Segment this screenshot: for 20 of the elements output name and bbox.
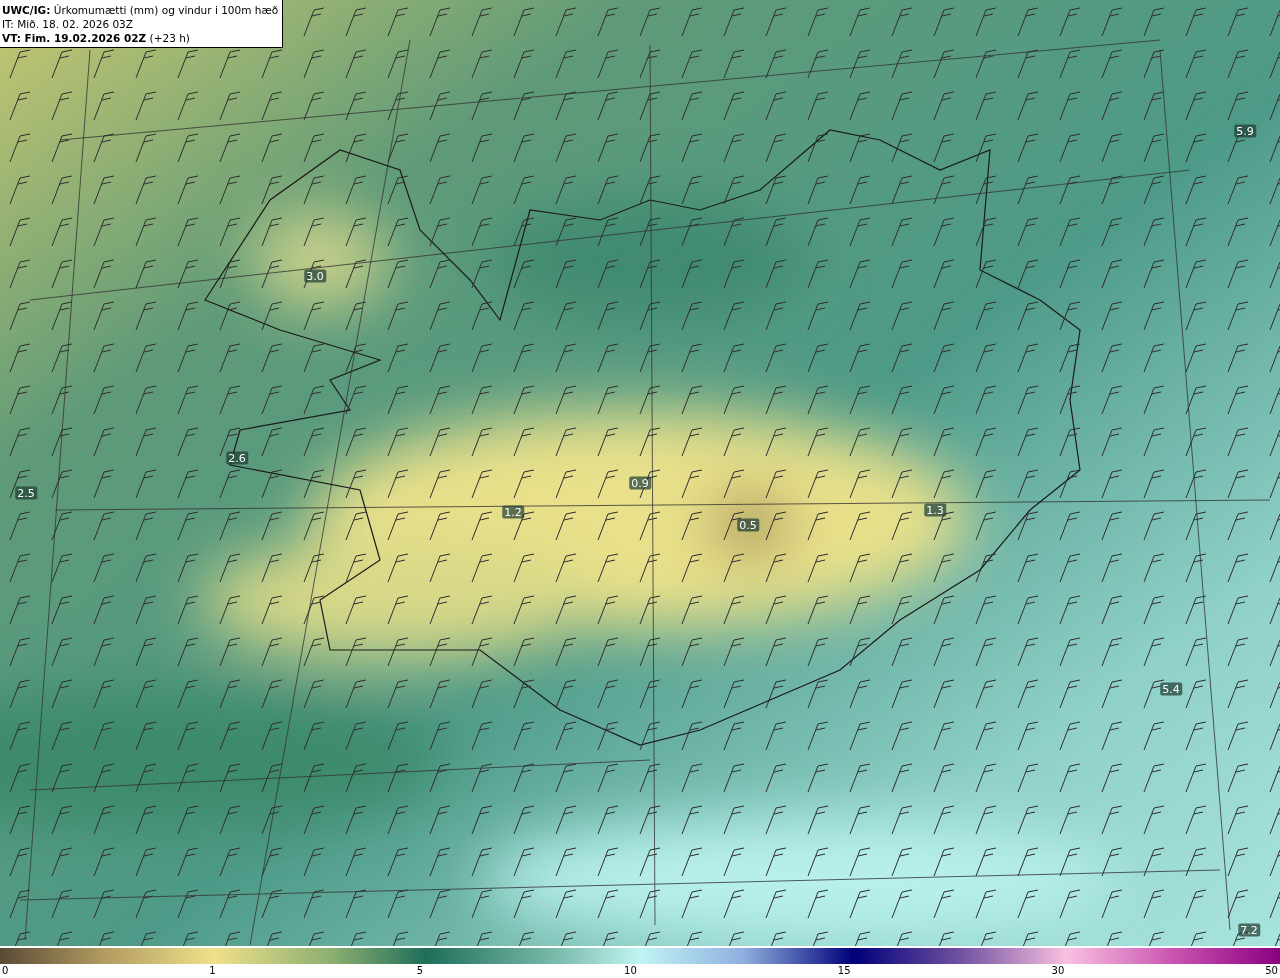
precipitation-value: 5.4 [1160, 682, 1182, 696]
precipitation-value: 5.9 [1234, 124, 1256, 138]
scale-tick-label: 0 [2, 964, 9, 978]
precipitation-value: 0.9 [629, 476, 651, 490]
scale-tick-label: 5 [416, 964, 424, 978]
precipitation-value: 1.2 [502, 505, 524, 519]
precipitation-value: 2.5 [15, 486, 37, 500]
precipitation-value: 3.0 [304, 269, 326, 283]
scale-tick-label: 1 [209, 964, 216, 978]
valid-time: VT: Fim. 19.02.2026 02Z (+23 h) [2, 31, 191, 45]
scale-tick-label: 30 [1051, 964, 1065, 978]
scale-tick-label: 15 [837, 964, 851, 978]
chart-title: UWC/IG: Úrkomumætti (mm) og vindur i 100m hæð [2, 3, 279, 17]
scale-tick-label: 50 [1265, 964, 1278, 978]
initial-time: IT: Mið. 18. 02. 2026 03Z [2, 17, 134, 31]
precipitation-value: 1.3 [924, 503, 946, 517]
scale-tick-label: 10 [624, 964, 637, 978]
precipitation-value: 2.6 [226, 451, 248, 465]
precipitation-value: 7.2 [1238, 923, 1260, 937]
precipitation-value: 0.5 [737, 518, 759, 532]
